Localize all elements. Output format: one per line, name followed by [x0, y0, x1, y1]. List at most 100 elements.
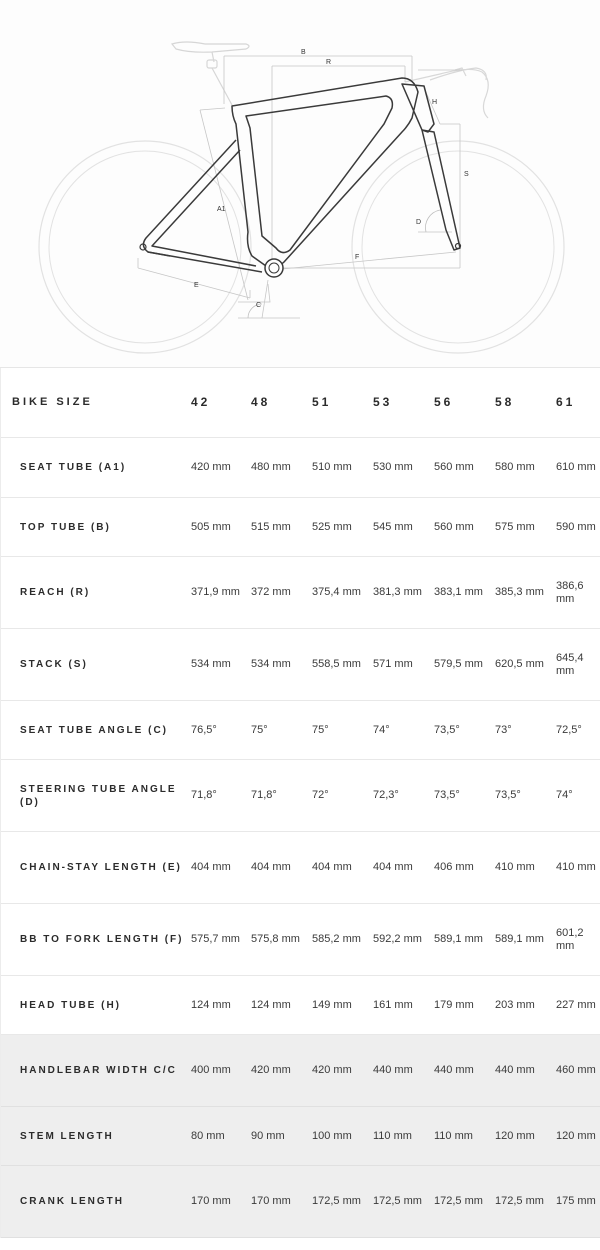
table-cell: 371,9 mm [191, 586, 240, 598]
table-cell: 560 mm [434, 461, 474, 473]
table-row: CRANK LENGTH 170 mm 170 mm 172,5 mm 172,5 mm… [1, 1166, 600, 1238]
dim-label-h: H [432, 99, 437, 106]
table-cell: 575,8 mm [251, 933, 300, 945]
table-cell: 80 mm [191, 1129, 225, 1142]
table-row: CHAIN-STAY LENGTH (E) 404 mm 404 mm 404 mm 4… [1, 832, 600, 904]
table-cell: 76,5° [191, 723, 217, 736]
table-row: STEM LENGTH 80 mm 90 mm 100 mm 110 mm 110 mm 1… [1, 1107, 600, 1166]
table-cell: 601,2 mm [556, 926, 584, 952]
size-header: 58 [495, 395, 515, 409]
dim-label-r: R [326, 59, 331, 66]
table-cell: 589,1 mm [495, 933, 544, 945]
table-cell: 579,5 mm [434, 658, 483, 670]
table-cell: 620,5 mm [495, 658, 544, 670]
table-cell: 203 mm [495, 998, 535, 1011]
table-cell: 420 mm [191, 461, 231, 473]
table-header-row: BIKE SIZE 42 48 51 53 56 58 61 [1, 368, 600, 438]
table-cell: 386,6 mm [556, 579, 584, 605]
table-cell: 383,1 mm [434, 586, 483, 598]
row-label: BB TO FORK LENGTH (F) [20, 934, 184, 945]
table-cell: 120 mm [556, 1129, 596, 1142]
table-cell: 172,5 mm [373, 1195, 422, 1207]
table-cell: 120 mm [495, 1129, 535, 1142]
table-cell: 505 mm [191, 520, 231, 533]
dim-label-c: C [256, 302, 261, 309]
table-cell: 381,3 mm [373, 586, 422, 598]
table-cell: 74° [556, 789, 573, 801]
table-cell: 460 mm [556, 1064, 596, 1076]
table-cell: 90 mm [251, 1129, 285, 1142]
table-cell: 545 mm [373, 520, 413, 533]
table-row: STEERING TUBE ANGLE (D) 71,8° 71,8° 72° 72,3… [1, 760, 600, 832]
table-cell: 172,5 mm [495, 1195, 544, 1207]
size-header: 56 [434, 395, 454, 409]
table-cell: 410 mm [556, 861, 596, 873]
table-cell: 580 mm [495, 461, 535, 473]
table-cell: 404 mm [251, 861, 291, 873]
table-cell: 440 mm [495, 1064, 535, 1076]
bike-geometry-diagram: B R H S A1 D F E C [0, 0, 600, 368]
table-cell: 610 mm [556, 461, 596, 473]
table-cell: 170 mm [251, 1195, 291, 1207]
row-label: REACH (R) [20, 587, 91, 598]
table-cell: 400 mm [191, 1064, 231, 1076]
table-cell: 72,3° [373, 789, 399, 801]
bike-size-header: BIKE SIZE [12, 396, 93, 408]
row-label: STEERING TUBE ANGLE (D) [20, 783, 177, 808]
table-cell: 571 mm [373, 658, 413, 670]
table-cell: 72° [312, 789, 329, 801]
table-cell: 404 mm [191, 861, 231, 873]
table-cell: 100 mm [312, 1129, 352, 1142]
dim-label-a1: A1 [217, 206, 226, 213]
table-cell: 410 mm [495, 861, 535, 873]
table-cell: 73,5° [495, 789, 521, 801]
bike-frame [142, 77, 461, 273]
table-row: HANDLEBAR WIDTH C/C 400 mm 420 mm 420 mm 440… [1, 1035, 600, 1107]
table-cell: 585,2 mm [312, 933, 361, 945]
table-cell: 175 mm [556, 1195, 596, 1207]
saddle [170, 41, 250, 106]
table-row: TOP TUBE (B) 505 mm 515 mm 525 mm 545 mm 560 … [1, 498, 600, 557]
table-cell: 161 mm [373, 998, 413, 1011]
table-cell: 124 mm [251, 998, 291, 1011]
table-cell: 592,2 mm [373, 933, 422, 945]
table-cell: 227 mm [556, 998, 596, 1011]
bottom-bracket [264, 258, 284, 278]
table-cell: 480 mm [251, 461, 291, 473]
row-label: CHAIN-STAY LENGTH (E) [20, 862, 182, 873]
row-label: STEM LENGTH [20, 1130, 114, 1142]
table-cell: 404 mm [312, 861, 352, 873]
table-cell: 420 mm [251, 1064, 291, 1076]
table-cell: 406 mm [434, 861, 474, 873]
front-wheel [351, 140, 565, 354]
table-cell: 73,5° [434, 723, 460, 736]
table-cell: 73,5° [434, 789, 460, 801]
size-header: 51 [312, 395, 332, 409]
size-header: 48 [251, 395, 271, 409]
table-cell: 110 mm [373, 1129, 412, 1142]
row-label: SEAT TUBE ANGLE (C) [20, 724, 168, 736]
table-row: STACK (S) 534 mm 534 mm 558,5 mm 571 mm 579,5… [1, 629, 600, 701]
geometry-table: BIKE SIZE 42 48 51 53 56 58 61 SEAT TUBE… [0, 368, 600, 1238]
size-header: 53 [373, 395, 393, 409]
table-cell: 440 mm [373, 1064, 413, 1076]
table-cell: 510 mm [312, 461, 352, 473]
table-cell: 420 mm [312, 1064, 352, 1076]
table-cell: 75° [312, 723, 329, 736]
table-row: HEAD TUBE (H) 124 mm 124 mm 149 mm 161 mm 179… [1, 976, 600, 1035]
table-cell: 172,5 mm [434, 1195, 483, 1207]
table-cell: 372 mm [251, 586, 291, 598]
dim-label-d: D [416, 219, 421, 226]
table-cell: 71,8° [251, 789, 277, 801]
row-label: TOP TUBE (B) [20, 521, 111, 533]
table-cell: 515 mm [251, 520, 291, 533]
table-cell: 534 mm [251, 658, 291, 670]
row-label: STACK (S) [20, 659, 88, 670]
table-cell: 560 mm [434, 520, 474, 533]
table-row: REACH (R) 371,9 mm 372 mm 375,4 mm 381,3 mm 3… [1, 557, 600, 629]
dim-label-e: E [194, 282, 199, 289]
table-cell: 645,4 mm [556, 651, 584, 677]
table-cell: 170 mm [191, 1195, 231, 1207]
table-cell: 589,1 mm [434, 933, 483, 945]
table-cell: 534 mm [191, 658, 231, 670]
